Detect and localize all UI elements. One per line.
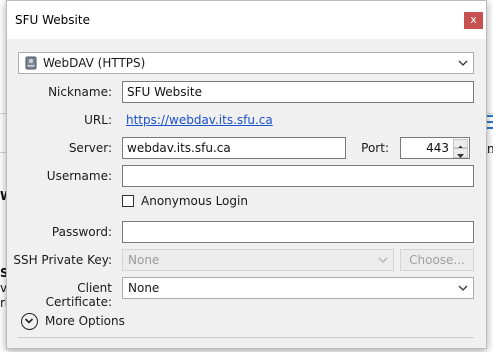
password-field[interactable] bbox=[122, 221, 474, 243]
port-label: Port: bbox=[361, 141, 389, 155]
url-link[interactable]: https://webdav.its.sfu.ca bbox=[126, 113, 273, 127]
anonymous-login-label: Anonymous Login bbox=[141, 194, 248, 208]
background-toolbar-icon bbox=[486, 115, 493, 117]
server-label: Server: bbox=[68, 141, 112, 155]
port-stepper[interactable]: 443 bbox=[400, 137, 470, 159]
username-label: Username: bbox=[46, 169, 112, 183]
drive-icon bbox=[25, 56, 37, 70]
url-label: URL: bbox=[84, 113, 112, 127]
ssh-key-value: None bbox=[128, 253, 160, 267]
password-label: Password: bbox=[51, 225, 112, 239]
background-toolbar-icon bbox=[486, 127, 493, 129]
client-cert-label: Client Certificate: bbox=[45, 281, 112, 309]
more-options-label: More Options bbox=[45, 314, 125, 328]
username-field[interactable] bbox=[122, 165, 474, 187]
chevron-down-icon bbox=[378, 257, 388, 263]
close-button[interactable]: x bbox=[464, 12, 483, 29]
dialog-title: SFU Website bbox=[15, 13, 90, 27]
stepper-down-icon[interactable] bbox=[453, 148, 468, 158]
port-value: 443 bbox=[426, 141, 449, 155]
protocol-select[interactable]: WebDAV (HTTPS) bbox=[18, 52, 474, 74]
client-cert-value: None bbox=[128, 281, 160, 295]
client-cert-select[interactable]: None bbox=[122, 277, 474, 299]
ssh-key-label: SSH Private Key: bbox=[13, 253, 112, 267]
ssh-key-select[interactable]: None bbox=[122, 249, 394, 271]
nickname-field[interactable] bbox=[122, 81, 474, 103]
chevron-down-icon bbox=[458, 285, 468, 291]
expand-chevron-icon bbox=[21, 313, 38, 330]
choose-key-button[interactable]: Choose... bbox=[400, 249, 474, 271]
background-toolbar-icon bbox=[486, 121, 493, 123]
anonymous-login-checkbox[interactable] bbox=[122, 195, 134, 207]
background-text-fragment: n bbox=[487, 142, 493, 156]
bottom-divider bbox=[18, 337, 474, 338]
server-field[interactable] bbox=[122, 137, 346, 159]
more-options-toggle[interactable]: More Options bbox=[21, 312, 141, 332]
nickname-label: Nickname: bbox=[48, 85, 112, 99]
title-bar: SFU Website x bbox=[7, 1, 486, 39]
site-dialog: SFU Website x WebDAV (HTTPS) Nickname: U… bbox=[6, 0, 487, 349]
stepper-up-icon[interactable] bbox=[453, 139, 468, 150]
chevron-down-icon bbox=[458, 60, 468, 66]
protocol-value: WebDAV (HTTPS) bbox=[43, 56, 146, 70]
